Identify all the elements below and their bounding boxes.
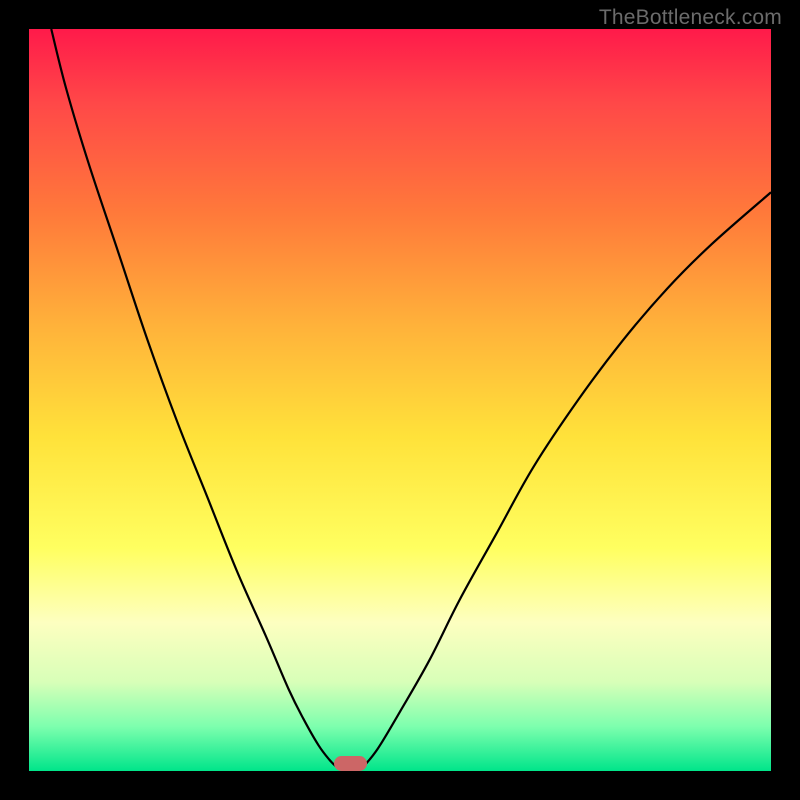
bottleneck-marker [334, 756, 367, 771]
watermark-text: TheBottleneck.com [599, 6, 782, 30]
plot-area [29, 29, 771, 771]
